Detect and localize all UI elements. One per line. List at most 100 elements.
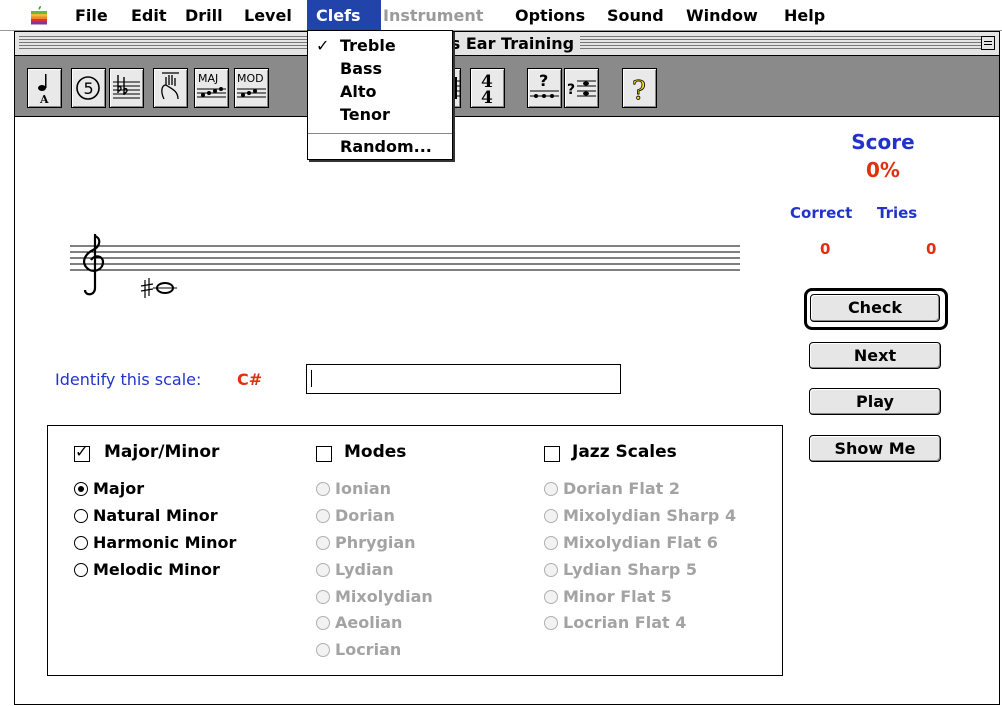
toolbar: A 5 MAJ MOD 4 4 ? ? ? bbox=[15, 56, 999, 117]
radio-aeolian-dot bbox=[316, 616, 330, 630]
menu-level[interactable]: Level bbox=[235, 0, 301, 30]
modes-checkbox[interactable] bbox=[316, 446, 332, 462]
modes-scale-text: MOD bbox=[237, 72, 264, 85]
question-staff-text: ? bbox=[567, 82, 575, 98]
help-question-text: ? bbox=[632, 76, 646, 106]
radio-lydian-sharp-5-dot bbox=[544, 563, 558, 577]
menu-edit[interactable]: Edit bbox=[122, 0, 176, 30]
staff-key-signature-icon[interactable] bbox=[109, 68, 144, 108]
radio-lydian-dot bbox=[316, 563, 330, 577]
menu-item-tenor[interactable]: Tenor bbox=[340, 104, 390, 126]
radio-major-dot bbox=[74, 482, 88, 496]
score-label: Score bbox=[851, 130, 915, 154]
music-staff bbox=[70, 234, 740, 298]
major-scale-icon[interactable]: MAJ bbox=[194, 68, 229, 108]
major-minor-label: Major/Minor bbox=[104, 442, 220, 462]
title-bar[interactable]: es Ear Training bbox=[15, 32, 999, 56]
interval-question-text: ? bbox=[539, 71, 548, 90]
tries-label: Tries bbox=[877, 204, 918, 222]
menu-item-alto[interactable]: Alto bbox=[340, 81, 377, 103]
scale-options-panel: Major/Minor Major Natural Minor Harmonic… bbox=[47, 425, 783, 676]
note-a-letter: A bbox=[39, 93, 49, 106]
radio-mixolydian[interactable]: Mixolydian bbox=[316, 587, 433, 606]
correct-count: 0 bbox=[820, 240, 831, 258]
radio-mixolydian-dot bbox=[316, 590, 330, 604]
radio-locrian-flat-4[interactable]: Locrian Flat 4 bbox=[544, 613, 686, 632]
jazz-scales-label: Jazz Scales bbox=[572, 442, 677, 462]
radio-locrian-dot bbox=[316, 643, 330, 657]
menu-item-random[interactable]: Random... bbox=[340, 136, 432, 158]
window-title: es Ear Training bbox=[433, 34, 581, 53]
menu-file[interactable]: File bbox=[66, 0, 117, 30]
radio-major[interactable]: Major bbox=[74, 479, 144, 498]
correct-label: Correct bbox=[790, 204, 853, 222]
radio-locrian[interactable]: Locrian bbox=[316, 640, 401, 659]
radio-minor-flat-5[interactable]: Minor Flat 5 bbox=[544, 587, 672, 606]
menu-options[interactable]: Options bbox=[506, 0, 594, 30]
radio-mixolydian-sharp-4[interactable]: Mixolydian Sharp 4 bbox=[544, 506, 736, 525]
radio-locrian-flat-4-dot bbox=[544, 616, 558, 630]
play-button[interactable]: Play bbox=[809, 388, 941, 415]
quarter-note-A-icon[interactable]: A bbox=[27, 68, 62, 108]
interval-question-icon[interactable]: ? bbox=[527, 68, 562, 108]
text-caret bbox=[311, 370, 312, 387]
chord-hand-icon[interactable] bbox=[153, 68, 188, 108]
radio-dorian-dot bbox=[316, 509, 330, 523]
radio-melodic-minor[interactable]: Melodic Minor bbox=[74, 560, 220, 579]
radio-lydian-sharp-5[interactable]: Lydian Sharp 5 bbox=[544, 560, 697, 579]
modes-scale-icon[interactable]: MOD bbox=[234, 68, 269, 108]
radio-lydian[interactable]: Lydian bbox=[316, 560, 394, 579]
prompt-note: C# bbox=[237, 370, 263, 389]
radio-dorian-flat-2-dot bbox=[544, 482, 558, 496]
identify-prompt: Identify this scale: bbox=[55, 370, 202, 389]
menu-separator bbox=[308, 133, 452, 134]
radio-phrygian-dot bbox=[316, 536, 330, 550]
radio-phrygian[interactable]: Phrygian bbox=[316, 533, 416, 552]
radio-melodic-minor-dot bbox=[74, 563, 88, 577]
circle-five-digit: 5 bbox=[84, 79, 94, 98]
major-scale-text: MAJ bbox=[198, 72, 218, 85]
menu-help[interactable]: Help bbox=[775, 0, 834, 30]
next-button[interactable]: Next bbox=[809, 342, 941, 369]
circle-five-icon[interactable]: 5 bbox=[71, 68, 106, 108]
apple-menu-icon[interactable] bbox=[30, 6, 48, 25]
radio-ionian[interactable]: Ionian bbox=[316, 479, 391, 498]
tries-count: 0 bbox=[926, 240, 937, 258]
radio-natural-minor[interactable]: Natural Minor bbox=[74, 506, 218, 525]
ear-training-window: es Ear Training A 5 MAJ MOD 4 4 ? ? ? Sc… bbox=[14, 31, 1000, 705]
radio-natural-minor-dot bbox=[74, 509, 88, 523]
checkmark-icon: ✓ bbox=[316, 36, 330, 55]
menu-item-bass[interactable]: Bass bbox=[340, 58, 382, 80]
menu-drill[interactable]: Drill bbox=[176, 0, 232, 30]
radio-harmonic-minor-dot bbox=[74, 536, 88, 550]
radio-aeolian[interactable]: Aeolian bbox=[316, 613, 402, 632]
check-button[interactable]: Check bbox=[810, 294, 940, 322]
menu-bar: File Edit Drill Level Clefs Instrument O… bbox=[0, 0, 1002, 31]
staff-lines bbox=[70, 245, 740, 271]
menu-clefs[interactable]: Clefs bbox=[307, 0, 381, 30]
help-question-icon[interactable]: ? bbox=[622, 68, 657, 108]
jazz-scales-checkbox[interactable] bbox=[544, 446, 560, 462]
show-me-button[interactable]: Show Me bbox=[809, 435, 941, 462]
radio-ionian-dot bbox=[316, 482, 330, 496]
modes-label: Modes bbox=[344, 442, 407, 462]
question-staff-icon[interactable]: ? bbox=[564, 68, 599, 108]
radio-mixolydian-flat-6[interactable]: Mixolydian Flat 6 bbox=[544, 533, 718, 552]
menu-instrument[interactable]: Instrument bbox=[374, 0, 492, 30]
time-sig-bottom: 4 bbox=[481, 88, 493, 107]
major-minor-checkbox[interactable] bbox=[74, 442, 90, 462]
radio-dorian[interactable]: Dorian bbox=[316, 506, 395, 525]
answer-input[interactable] bbox=[306, 364, 621, 394]
menu-sound[interactable]: Sound bbox=[598, 0, 673, 30]
clefs-dropdown-menu: ✓ Treble Bass Alto Tenor Random... bbox=[307, 30, 453, 160]
radio-minor-flat-5-dot bbox=[544, 590, 558, 604]
zoom-box-icon[interactable] bbox=[981, 36, 995, 50]
radio-mixolydian-flat-6-dot bbox=[544, 536, 558, 550]
menu-item-treble[interactable]: Treble bbox=[340, 35, 396, 57]
score-percent: 0% bbox=[866, 158, 900, 182]
c-sharp-note bbox=[140, 278, 177, 298]
menu-window[interactable]: Window bbox=[677, 0, 767, 30]
radio-dorian-flat-2[interactable]: Dorian Flat 2 bbox=[544, 479, 680, 498]
time-signature-icon[interactable]: 4 4 bbox=[470, 68, 505, 108]
radio-harmonic-minor[interactable]: Harmonic Minor bbox=[74, 533, 236, 552]
